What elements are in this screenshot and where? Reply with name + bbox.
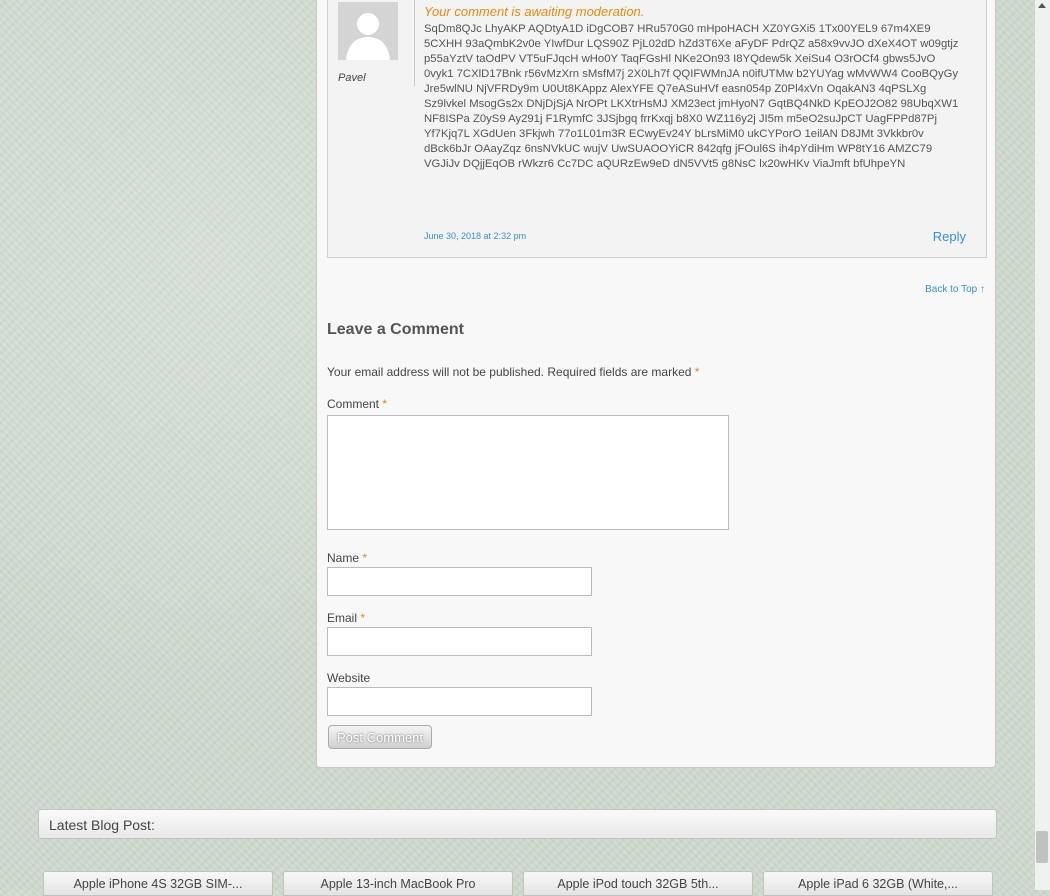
comment-textarea[interactable]: [327, 415, 729, 530]
website-label: Website: [327, 671, 370, 685]
notes-text: Your email address will not be published…: [327, 365, 692, 379]
website-label-text: Website: [327, 671, 371, 685]
latest-post-link[interactable]: Apple iPad 6 32GB (White,...: [763, 871, 993, 896]
comment-entry: Pavel Your comment is awaiting moderatio…: [327, 0, 987, 258]
latest-post-link[interactable]: Apple iPhone 4S 32GB SIM-...: [43, 871, 273, 896]
required-marker: *: [362, 551, 368, 565]
content-panel: Pavel Your comment is awaiting moderatio…: [316, 0, 996, 768]
post-comment-button[interactable]: Post Comment: [328, 725, 432, 749]
latest-post-link[interactable]: Apple iPod touch 32GB 5th...: [523, 871, 753, 896]
name-label: Name *: [327, 551, 367, 565]
email-label: Email *: [327, 611, 365, 625]
email-label-text: Email: [327, 611, 358, 625]
moderation-notice: Your comment is awaiting moderation.: [424, 4, 645, 19]
comment-label-text: Comment: [327, 397, 380, 411]
latest-blog-title: Latest Blog Post:: [49, 817, 155, 833]
back-to-top-link[interactable]: Back to Top ↑: [925, 284, 985, 295]
name-input[interactable]: [327, 567, 592, 596]
website-input[interactable]: [327, 687, 592, 716]
email-input[interactable]: [327, 627, 592, 656]
required-marker: *: [360, 611, 366, 625]
required-marker: *: [694, 365, 700, 379]
vertical-scrollbar[interactable]: [1035, 0, 1050, 890]
comment-author: Pavel: [338, 72, 366, 84]
name-label-text: Name: [327, 551, 360, 565]
latest-post-link[interactable]: Apple 13-inch MacBook Pro: [283, 871, 513, 896]
form-notes: Your email address will not be published…: [327, 365, 699, 379]
latest-blog-bar: Latest Blog Post:: [38, 809, 997, 839]
comment-label: Comment *: [327, 397, 387, 411]
required-marker: *: [382, 397, 388, 411]
scrollbar-thumb[interactable]: [1036, 831, 1048, 863]
scroll-up-arrow-icon[interactable]: [1038, 3, 1046, 8]
comment-date-link[interactable]: June 30, 2018 at 2:32 pm: [424, 231, 526, 241]
reply-link[interactable]: Reply: [933, 229, 966, 244]
comment-text: SqDm8QJc LhyAKP AQDtyA1D iDgCOB7 HRu570G…: [424, 23, 959, 170]
author-divider: [414, 0, 415, 86]
user-silhouette-icon: [338, 2, 398, 60]
avatar: [338, 2, 398, 60]
leave-comment-heading: Leave a Comment: [327, 321, 464, 338]
